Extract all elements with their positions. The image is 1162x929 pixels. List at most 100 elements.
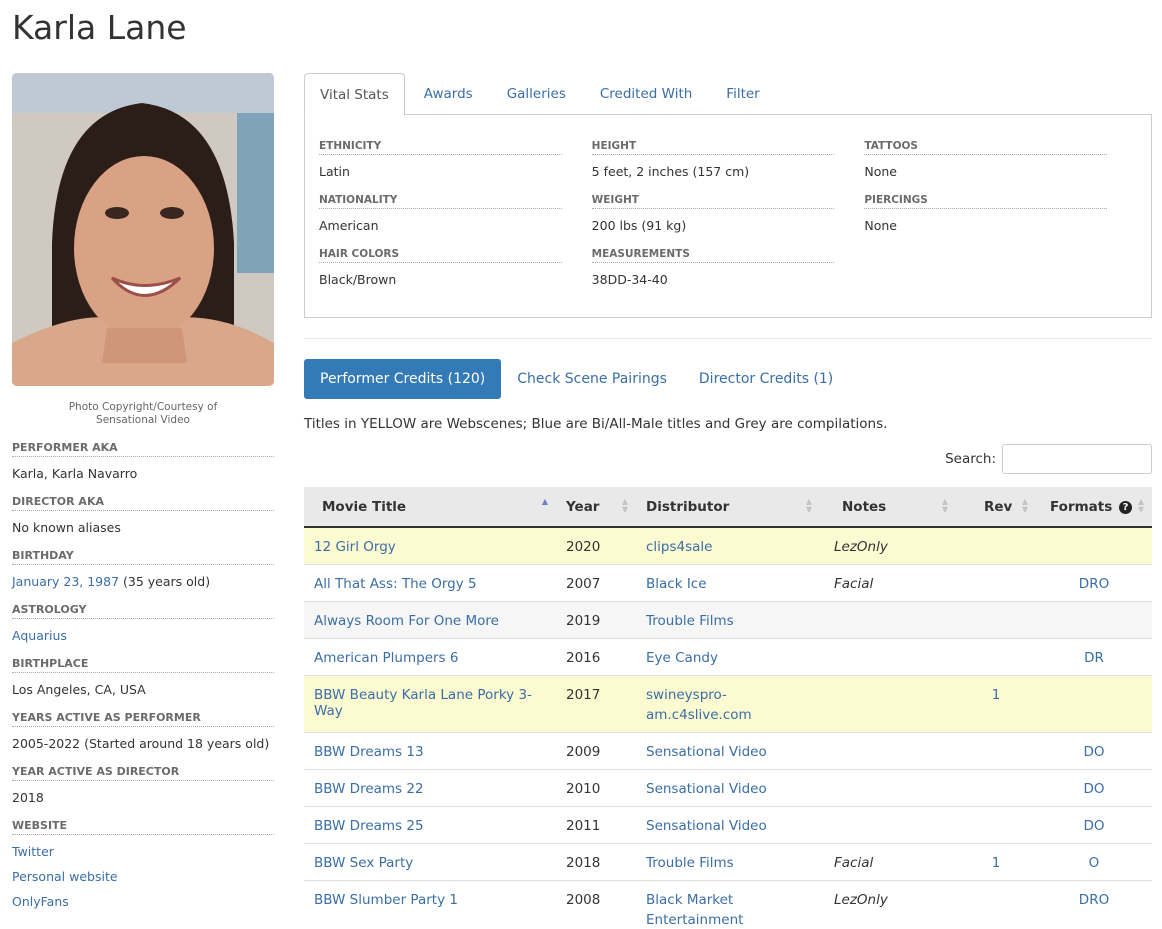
- performer-photo: [12, 73, 274, 386]
- birthday-value: January 23, 1987 (35 years old): [12, 565, 274, 603]
- performer-aka-value: Karla, Karla Navarro: [12, 466, 138, 481]
- formats-link[interactable]: DO: [1083, 781, 1104, 797]
- tab-director-credits[interactable]: Director Credits (1): [683, 359, 849, 399]
- formats-cell: DRO: [1036, 563, 1152, 601]
- formats-cell: [1036, 526, 1152, 564]
- sort-icon: ▲ ▼: [621, 497, 628, 514]
- director-year-label: Year Active as Director: [12, 765, 274, 781]
- col-year[interactable]: Year ▲ ▼: [556, 487, 636, 528]
- left-column: Photo Copyright/Courtesy of Sensational …: [12, 73, 274, 914]
- distributor-link[interactable]: Sensational Video: [646, 781, 767, 797]
- formats-link[interactable]: DO: [1083, 818, 1104, 834]
- notes-cell: [820, 768, 956, 806]
- measurements-value: 38DD-34-40: [591, 272, 668, 287]
- right-column: Vital Stats Awards Galleries Credited Wi…: [304, 73, 1152, 929]
- vital-stats-panel: Ethnicity Latin Nationality American Hai…: [304, 115, 1152, 318]
- website-links: Twitter Personal website OnlyFans: [12, 835, 274, 914]
- tab-awards[interactable]: Awards: [409, 73, 488, 114]
- movie-title-link[interactable]: BBW Dreams 13: [314, 744, 424, 760]
- formats-link[interactable]: O: [1089, 855, 1100, 871]
- divider: [304, 338, 1152, 339]
- birthday-label: Birthday: [12, 549, 274, 565]
- bio-section: Performer AKA Karla, Karla Navarro Direc…: [12, 441, 274, 914]
- table-row: BBW Dreams 13 2009 Sensational Video DO: [304, 731, 1152, 769]
- tab-galleries[interactable]: Galleries: [492, 73, 581, 114]
- movie-title-link[interactable]: BBW Dreams 22: [314, 781, 424, 797]
- formats-link[interactable]: DR: [1084, 650, 1104, 666]
- distributor-link[interactable]: clips4sale: [646, 539, 712, 555]
- formats-link[interactable]: DRO: [1079, 892, 1109, 908]
- notes-cell: [820, 674, 956, 732]
- rev-cell: [956, 731, 1036, 769]
- tab-vital-stats[interactable]: Vital Stats: [304, 73, 405, 116]
- help-icon[interactable]: ?: [1118, 500, 1132, 514]
- movie-title-link[interactable]: BBW Dreams 25: [314, 818, 424, 834]
- movie-title-link[interactable]: Always Room For One More: [314, 613, 499, 629]
- table-row: BBW Sex Party 2018 Trouble Films Facial …: [304, 842, 1152, 880]
- movie-title-link[interactable]: BBW Slumber Party 1: [314, 892, 458, 908]
- col-formats[interactable]: Formats ? ▲ ▼: [1036, 487, 1152, 528]
- col-rev[interactable]: Rev ▲ ▼: [956, 487, 1036, 528]
- twitter-link[interactable]: Twitter: [12, 839, 274, 864]
- piercings-value: None: [864, 218, 897, 233]
- rev-link[interactable]: 1: [992, 687, 1001, 703]
- distributor-link[interactable]: Trouble Films: [646, 613, 734, 629]
- movie-title-link[interactable]: 12 Girl Orgy: [314, 539, 396, 555]
- tab-scene-pairings[interactable]: Check Scene Pairings: [501, 359, 683, 399]
- distributor-link[interactable]: Sensational Video: [646, 818, 767, 834]
- onlyfans-link[interactable]: OnlyFans: [12, 889, 274, 914]
- movie-title-link[interactable]: All That Ass: The Orgy 5: [314, 576, 477, 592]
- distributor-link[interactable]: swineyspro-am.c4slive.com: [646, 687, 752, 723]
- distributor-link[interactable]: Eye Candy: [646, 650, 718, 666]
- tab-performer-credits[interactable]: Performer Credits (120): [304, 359, 502, 399]
- director-aka-label: Director AKA: [12, 495, 274, 511]
- vitals-column-1: Ethnicity Latin Nationality American Hai…: [319, 139, 562, 317]
- tab-credited-with[interactable]: Credited With: [585, 73, 707, 114]
- notes-cell: [820, 637, 956, 675]
- tab-filter[interactable]: Filter: [711, 73, 774, 114]
- search-input[interactable]: [1002, 444, 1152, 474]
- year-cell: 2011: [556, 805, 636, 843]
- year-cell: 2010: [556, 768, 636, 806]
- hair-value: Black/Brown: [319, 272, 397, 287]
- formats-cell: DO: [1036, 731, 1152, 769]
- distributor-link[interactable]: Trouble Films: [646, 855, 734, 871]
- formats-link[interactable]: DO: [1083, 744, 1104, 760]
- year-cell: 2019: [556, 600, 636, 638]
- director-aka-value: No known aliases: [12, 520, 121, 535]
- formats-cell: DO: [1036, 805, 1152, 843]
- astrology-label: Astrology: [12, 603, 274, 619]
- rev-cell: [956, 768, 1036, 806]
- distributor-link[interactable]: Black Market Entertainment: [646, 892, 743, 928]
- birthplace-value: Los Angeles, CA, USA: [12, 682, 146, 697]
- table-header: Movie Title ▲ Year ▲ ▼ Distributor ▲ ▼ Notes ▲…: [304, 487, 1152, 528]
- movie-title-link[interactable]: American Plumpers 6: [314, 650, 458, 666]
- tattoos-label: Tattoos: [864, 139, 1108, 155]
- legend-note: Titles in YELLOW are Webscenes; Blue are…: [304, 416, 888, 432]
- director-year-value: 2018: [12, 790, 44, 805]
- col-notes[interactable]: Notes ▲ ▼: [820, 487, 956, 528]
- movie-title-link[interactable]: BBW Beauty Karla Lane Porky 3-Way: [314, 687, 532, 719]
- rev-link[interactable]: 1: [992, 855, 1001, 871]
- formats-link[interactable]: DRO: [1079, 576, 1109, 592]
- distributor-link[interactable]: Black Ice: [646, 576, 707, 592]
- sort-icon: ▲ ▼: [941, 497, 948, 514]
- years-active-value: 2005-2022 (Started around 18 years old): [12, 736, 270, 751]
- movie-title-link[interactable]: BBW Sex Party: [314, 855, 413, 871]
- distributor-link[interactable]: Sensational Video: [646, 744, 767, 760]
- col-distributor[interactable]: Distributor ▲ ▼: [636, 487, 820, 528]
- sort-icon: ▲ ▼: [805, 497, 812, 514]
- table-row: All That Ass: The Orgy 5 2007 Black Ice …: [304, 563, 1152, 601]
- birthday-link[interactable]: January 23, 1987: [12, 574, 119, 589]
- table-row: BBW Slumber Party 1 2008 Black Market Ent…: [304, 879, 1152, 929]
- personal-website-link[interactable]: Personal website: [12, 864, 274, 889]
- year-cell: 2018: [556, 842, 636, 880]
- formats-cell: DO: [1036, 768, 1152, 806]
- col-movie-title[interactable]: Movie Title ▲: [304, 487, 556, 528]
- year-cell: 2016: [556, 637, 636, 675]
- notes-cell: [820, 600, 956, 638]
- astrology-link[interactable]: Aquarius: [12, 628, 67, 643]
- table-row: BBW Dreams 25 2011 Sensational Video DO: [304, 805, 1152, 843]
- hair-label: Hair Colors: [319, 247, 562, 263]
- table-row: 12 Girl Orgy 2020 clips4sale LezOnly: [304, 526, 1152, 564]
